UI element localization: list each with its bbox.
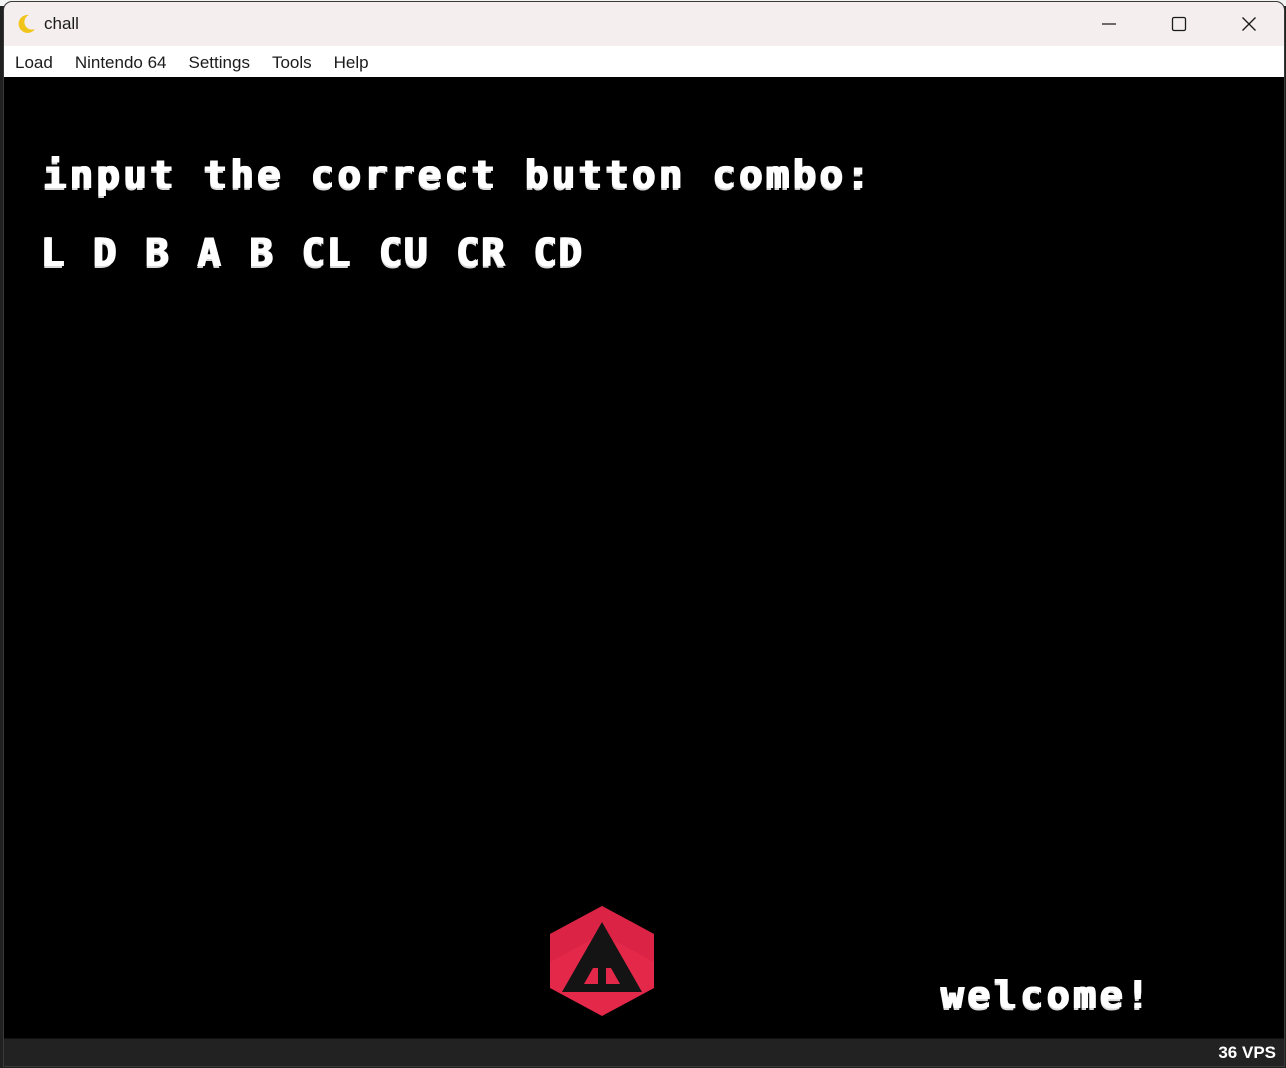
close-button[interactable] (1214, 2, 1284, 46)
maximize-icon (1171, 16, 1187, 32)
menu-load[interactable]: Load (4, 46, 64, 77)
status-bar: 36 VPS (4, 1038, 1284, 1066)
red-hexagon-a-logo (550, 906, 654, 1016)
close-icon (1242, 17, 1256, 31)
menu-tools[interactable]: Tools (261, 46, 323, 77)
emulator-window: chall Load Nintendo 64 Settings Tools He… (4, 2, 1284, 1066)
menu-settings[interactable]: Settings (178, 46, 261, 77)
menu-help[interactable]: Help (323, 46, 380, 77)
minimize-button[interactable] (1074, 2, 1144, 46)
prompt-text: input the correct button combo: (42, 153, 873, 198)
title-bar[interactable]: chall (4, 2, 1284, 46)
window-controls (1074, 2, 1284, 46)
vps-counter: 36 VPS (1218, 1043, 1276, 1062)
crescent-moon-icon (15, 13, 37, 35)
menu-bar: Load Nintendo 64 Settings Tools Help (4, 46, 1284, 77)
button-combo-text: L D B A B CL CU CR CD (40, 231, 583, 276)
menu-nintendo-64[interactable]: Nintendo 64 (64, 46, 178, 77)
maximize-button[interactable] (1144, 2, 1214, 46)
minimize-icon (1102, 23, 1116, 25)
welcome-text: welcome! (940, 973, 1152, 1017)
game-screen[interactable]: input the correct button combo: L D B A … (4, 77, 1284, 1038)
window-title: chall (44, 14, 79, 33)
